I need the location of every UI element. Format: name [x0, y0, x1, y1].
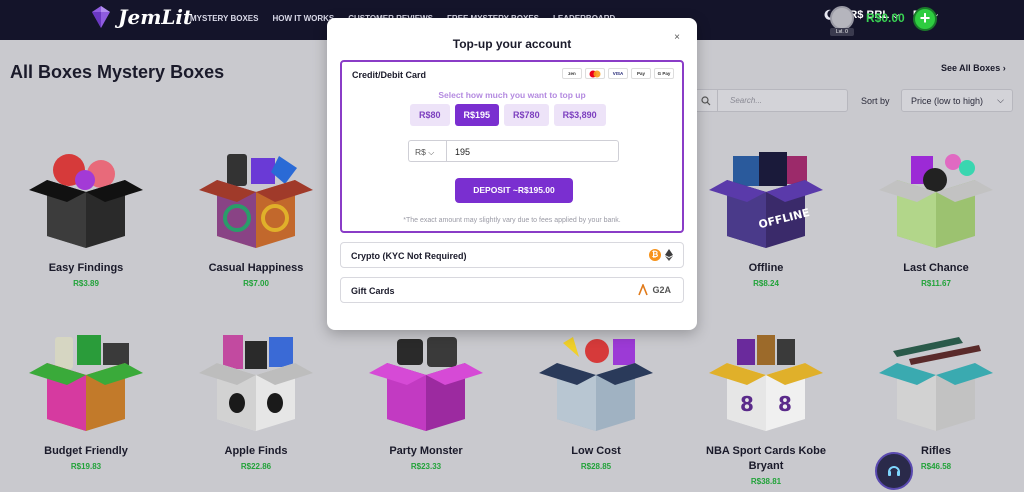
- amount-options: R$80 R$195 R$780 R$3,890: [410, 104, 606, 126]
- box-image: [539, 337, 653, 431]
- box-price: R$8.24: [753, 279, 779, 288]
- nav-how-it-works[interactable]: HOW IT WORKS: [272, 14, 334, 23]
- deposit-button[interactable]: DEPOSIT ~R$195.00: [455, 178, 573, 203]
- topup-modal: Top-up your account × Credit/Debit Card …: [327, 18, 697, 330]
- box-card[interactable]: Budget Friendly R$19.83: [11, 333, 161, 471]
- search-input[interactable]: Search...: [693, 89, 848, 112]
- sort-value: Price (low to high): [911, 96, 984, 106]
- g2a-logo-icon: G2A: [652, 285, 671, 295]
- sort-select[interactable]: Price (low to high) ⌵: [901, 89, 1013, 112]
- bitcoin-icon: ₿: [649, 249, 661, 261]
- box-name: Offline: [748, 262, 784, 274]
- modal-title: Top-up your account: [452, 37, 572, 51]
- box-card[interactable]: Rifles R$46.58: [861, 333, 1011, 471]
- search-placeholder: Search...: [730, 96, 763, 105]
- method-label: Crypto (KYC Not Required): [351, 251, 467, 261]
- logo-text: JemLit: [118, 5, 193, 29]
- avatar[interactable]: [830, 6, 854, 30]
- chevron-down-icon: ⌵: [997, 95, 1004, 105]
- box-image: [199, 335, 313, 431]
- close-icon[interactable]: ×: [674, 32, 680, 43]
- box-card[interactable]: Easy Findings R$3.89: [11, 150, 161, 288]
- box-image: [369, 337, 483, 431]
- box-price: R$11.67: [921, 279, 951, 288]
- box-name: Last Chance: [903, 262, 969, 274]
- chevron-down-icon: ⌵: [428, 148, 435, 157]
- gift-card-logos: G2A: [638, 284, 671, 296]
- box-price: R$22.86: [240, 462, 272, 471]
- box-image: [879, 154, 993, 248]
- chevron-right-icon: ›: [1002, 63, 1006, 73]
- apple-pay-logo-icon: Pay: [631, 68, 651, 79]
- box-card[interactable]: Last Chance R$11.67: [861, 150, 1011, 288]
- gem-logo-icon: [92, 6, 110, 28]
- box-image: 8 8: [709, 335, 823, 431]
- fee-note: *The exact amount may slightly vary due …: [403, 217, 621, 224]
- see-all-label: See All Boxes: [941, 63, 1001, 73]
- payment-method-giftcards[interactable]: Gift Cards G2A: [340, 277, 684, 303]
- method-label: Credit/Debit Card: [352, 70, 427, 80]
- svg-text:8: 8: [778, 392, 792, 416]
- box-image: [199, 154, 313, 248]
- box-price: R$23.33: [410, 462, 442, 471]
- currency-prefix: R$: [415, 147, 426, 157]
- search-icon: [694, 90, 718, 111]
- zen-logo-icon: zen: [562, 68, 582, 79]
- box-card[interactable]: Casual Happiness R$7.00: [181, 150, 331, 288]
- box-price: R$38.81: [750, 477, 782, 486]
- amount-input[interactable]: 195: [446, 140, 619, 162]
- balance: R$0.00: [866, 11, 905, 25]
- headset-icon: [888, 466, 900, 476]
- box-card[interactable]: Party Monster R$23.33: [351, 333, 501, 471]
- visa-logo-icon: VISA: [608, 68, 628, 79]
- alza-logo-icon: [638, 284, 649, 296]
- box-card[interactable]: Apple Finds R$22.86: [181, 333, 331, 471]
- box-card[interactable]: OFFLINE Offline R$8.24: [691, 150, 841, 288]
- box-image: [29, 154, 143, 248]
- select-amount-hint: Select how much you want to top up: [438, 90, 586, 100]
- box-name: Apple Finds: [224, 445, 288, 457]
- page-title: All Boxes Mystery Boxes: [10, 62, 225, 82]
- add-funds-button[interactable]: +: [913, 7, 937, 31]
- box-name: NBA Sport Cards Kobe Bryant: [706, 445, 826, 472]
- payment-method-card[interactable]: Credit/Debit Card zen VISA Pay G Pay Sel…: [340, 60, 684, 233]
- box-price: R$28.85: [580, 462, 612, 471]
- box-price: R$19.83: [70, 462, 102, 471]
- sort-label: Sort by: [861, 96, 890, 106]
- box-name: Budget Friendly: [44, 445, 128, 457]
- see-all-link[interactable]: See All Boxes ›: [941, 63, 1006, 73]
- box-price: R$3.89: [73, 279, 99, 288]
- mastercard-logo-icon: [585, 68, 605, 79]
- support-chat-button[interactable]: [875, 452, 913, 490]
- amount-option[interactable]: R$780: [504, 104, 549, 126]
- box-name: Easy Findings: [48, 262, 124, 274]
- box-image: [879, 337, 993, 431]
- payment-method-crypto[interactable]: Crypto (KYC Not Required) ₿: [340, 242, 684, 268]
- box-card[interactable]: 8 8 NBA Sport Cards Kobe Bryant R$38.81: [691, 333, 841, 486]
- box-card[interactable]: Low Cost R$28.85: [521, 333, 671, 471]
- payment-logos: zen VISA Pay G Pay: [562, 68, 674, 79]
- crypto-logos: ₿: [649, 249, 673, 261]
- box-name: Casual Happiness: [208, 262, 304, 274]
- box-price: R$7.00: [243, 279, 269, 288]
- box-name: Party Monster: [389, 445, 463, 457]
- method-label: Gift Cards: [351, 286, 395, 296]
- logo[interactable]: JemLit: [88, 4, 192, 30]
- nav-mystery-boxes[interactable]: MYSTERY BOXES: [190, 14, 258, 23]
- box-image: [29, 335, 143, 431]
- box-name: Low Cost: [571, 445, 621, 457]
- google-pay-logo-icon: G Pay: [654, 68, 674, 79]
- svg-text:8: 8: [740, 392, 754, 416]
- box-image: OFFLINE: [709, 152, 823, 248]
- amount-option-selected[interactable]: R$195: [454, 104, 500, 126]
- ethereum-icon: [665, 249, 673, 261]
- amount-option[interactable]: R$80: [410, 104, 450, 126]
- amount-option[interactable]: R$3,890: [553, 104, 606, 126]
- currency-dropdown[interactable]: R$ ⌵: [408, 140, 446, 162]
- level-badge: Lvl. 0: [830, 28, 854, 36]
